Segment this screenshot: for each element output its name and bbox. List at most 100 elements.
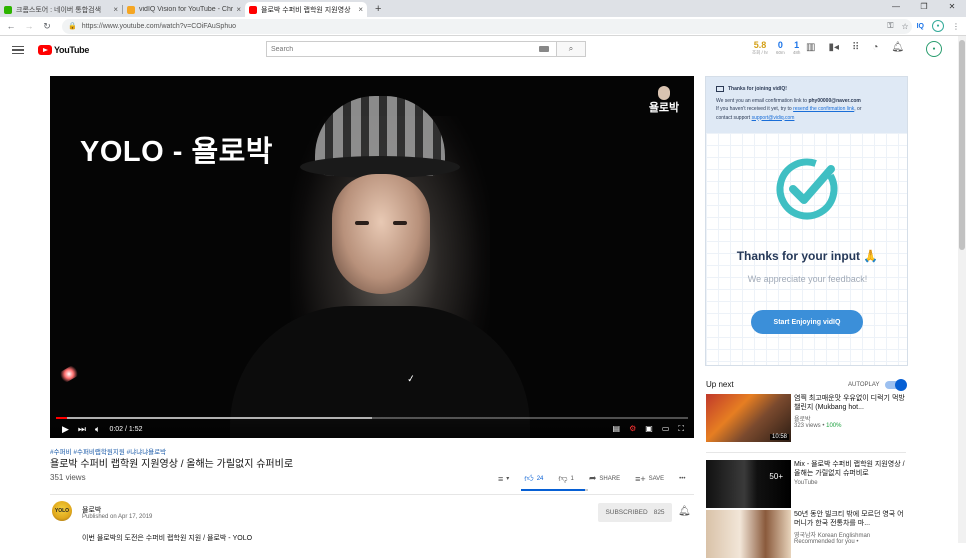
- recommended-video[interactable]: 50년 동안 빌크티 밖에 모르던 영국 어머니가 한국 전통차를 마... 영…: [706, 510, 906, 560]
- browser-tab-youtube[interactable]: 욜로박 수퍼비 랩학원 지원영상 ×: [245, 2, 367, 17]
- close-window-icon[interactable]: ✕: [938, 0, 966, 14]
- notice-line: We sent you an email confirmation link t…: [716, 97, 897, 106]
- notification-bell-icon[interactable]: 🔔︎: [678, 506, 691, 517]
- thanks-heading: Thanks for your input 🙏: [736, 249, 879, 263]
- stat-value: 0: [777, 40, 783, 50]
- browser-menu-icon[interactable]: ⋮: [952, 22, 960, 31]
- url-text: https://www.youtube.com/watch?v=COiFAuSp…: [81, 22, 236, 30]
- like-ratio-bar: [521, 489, 588, 491]
- search-button[interactable]: ⌕: [556, 41, 586, 57]
- search-input[interactable]: [266, 41, 556, 57]
- vidiq-tag-button[interactable]: ≡ ▾: [498, 474, 509, 484]
- recommended-title[interactable]: 염찍 최고매운맛 우유없이 디럭기 먹방 챌린지 (Mukbang hot...: [794, 394, 906, 412]
- notice-title: Thanks for joining vidIQ!: [728, 86, 787, 92]
- video-player[interactable]: ✓ YOLO - 욜로박 욜로박 ▶ ⏭ 🔈︎ 0:02 / 1:52 ▤ ⚙ …: [50, 76, 694, 438]
- recommended-mix[interactable]: 50+ Mix - 욜로박 수퍼비 랩학원 지원영상 / 올해는 가릴없지 슈퍼…: [706, 460, 906, 510]
- video-thumbnail[interactable]: 10:58: [706, 394, 791, 442]
- more-actions-icon[interactable]: •••: [679, 476, 685, 482]
- tab-close-icon[interactable]: ×: [358, 5, 363, 14]
- theater-mode-icon[interactable]: ▭: [662, 424, 670, 434]
- keyboard-icon[interactable]: [539, 46, 549, 52]
- recommended-channel[interactable]: 욜로박: [794, 414, 811, 423]
- captions-icon[interactable]: ▤: [613, 424, 621, 434]
- vidiq-stat[interactable]: 1 48h: [793, 40, 801, 56]
- fullscreen-icon[interactable]: ⛶: [678, 424, 684, 434]
- recommended-channel[interactable]: YouTube: [794, 480, 818, 486]
- miniplayer-icon[interactable]: ▣: [645, 424, 653, 434]
- back-arrow-icon[interactable]: ←: [4, 21, 18, 31]
- played-bar: [56, 417, 68, 419]
- volume-icon[interactable]: 🔈︎: [95, 424, 100, 435]
- account-avatar[interactable]: ●: [926, 41, 942, 57]
- dislike-button[interactable]: 👎︎ 1: [558, 473, 573, 484]
- apps-grid-icon[interactable]: ⠿: [852, 42, 859, 53]
- notifications-bell-icon[interactable]: 🔔︎: [891, 42, 904, 53]
- settings-gear-icon[interactable]: ⚙: [629, 424, 636, 434]
- browser-tab-naver[interactable]: 크롬스토어 : 네이버 통합검색 ×: [0, 2, 122, 17]
- url-bar[interactable]: 🔒 https://www.youtube.com/watch?v=COiFAu…: [62, 18, 912, 34]
- naver-favicon-icon: [4, 5, 12, 14]
- tab-title: 크롬스토어 : 네이버 통합검색: [16, 6, 102, 14]
- meta-text: 323 views •: [794, 423, 827, 429]
- reload-icon[interactable]: ↻: [40, 21, 54, 32]
- support-email-link[interactable]: support@vidiq.com: [752, 115, 795, 121]
- channel-avatar[interactable]: YOLO: [52, 501, 72, 521]
- browser-tab-vidiq[interactable]: vidIQ Vision for YouTube - Chr ×: [123, 2, 245, 17]
- like-count: 24: [536, 475, 544, 482]
- resend-confirmation-link[interactable]: resend the confirmation link: [793, 106, 854, 112]
- like-button[interactable]: 👍︎ 24: [524, 473, 543, 484]
- next-video-icon[interactable]: ⏭: [78, 424, 86, 435]
- recommended-meta: Recommended for you •: [794, 539, 859, 545]
- view-count: 351 views: [50, 473, 86, 482]
- vidiq-stat[interactable]: 0 60m: [776, 40, 785, 56]
- browser-tab-strip: 크롬스토어 : 네이버 통합검색 × vidIQ Vision for YouT…: [0, 0, 966, 17]
- stat-label: 60m: [776, 50, 785, 55]
- start-enjoying-button[interactable]: Start Enjoying vidIQ: [751, 310, 863, 334]
- chrome-store-favicon-icon: [127, 5, 135, 14]
- youtube-favicon-icon: [249, 5, 257, 14]
- notice-text: If you haven't received it yet, try to: [716, 106, 792, 112]
- profile-avatar-icon[interactable]: ●: [932, 20, 944, 32]
- messages-icon[interactable]: ◔: [872, 42, 878, 53]
- address-bar-row: ← → ↻ 🔒 https://www.youtube.com/watch?v=…: [0, 17, 966, 36]
- key-icon[interactable]: ⚿: [887, 21, 893, 31]
- divider: [50, 494, 694, 495]
- success-check-icon: [776, 158, 838, 220]
- vidiq-stats: 5.8 조회 / hr 0 60m 1 48h: [752, 40, 800, 56]
- nike-swoosh-icon: ✓: [406, 373, 417, 386]
- vidiq-notice: Thanks for joining vidIQ! We sent you an…: [706, 77, 907, 133]
- vidiq-extension-icon[interactable]: IQ: [917, 23, 924, 30]
- youtube-logo[interactable]: YouTube: [38, 45, 89, 55]
- analytics-icon[interactable]: ▥: [806, 42, 815, 53]
- create-video-icon[interactable]: ▮◂: [828, 42, 839, 53]
- channel-watermark[interactable]: 욜로박: [648, 84, 680, 124]
- save-button[interactable]: ≡+ SAVE: [635, 474, 664, 484]
- vidiq-stat[interactable]: 5.8 조회 / hr: [752, 40, 768, 56]
- minimize-icon[interactable]: —: [882, 0, 910, 14]
- scrollbar-thumb[interactable]: [959, 40, 965, 250]
- share-button[interactable]: ➦ SHARE: [589, 473, 620, 484]
- subscribed-button[interactable]: SUBSCRIBED 825: [598, 503, 672, 522]
- new-tab-button[interactable]: +: [375, 3, 381, 15]
- envelope-icon: [716, 86, 724, 93]
- bookmark-star-icon[interactable]: ☆: [901, 22, 908, 31]
- video-frame-eye: [355, 221, 369, 225]
- recommended-channel[interactable]: 영국남자 Korean Englishman: [794, 530, 870, 539]
- page-scrollbar[interactable]: [958, 36, 966, 543]
- tab-close-icon[interactable]: ×: [236, 5, 241, 14]
- stat-value: 1: [794, 40, 800, 50]
- progress-bar[interactable]: [56, 417, 688, 419]
- video-title: 욜로박 수퍼비 랩학원 지원영상 / 올해는 가릴없지 슈퍼비로: [50, 459, 294, 470]
- play-icon[interactable]: ▶: [62, 424, 69, 435]
- video-thumbnail[interactable]: [706, 510, 791, 558]
- tab-close-icon[interactable]: ×: [113, 5, 118, 14]
- recommended-video[interactable]: 10:58 염찍 최고매운맛 우유없이 디럭기 먹방 챌린지 (Mukbang …: [706, 394, 906, 444]
- restore-icon[interactable]: ❐: [910, 0, 938, 14]
- player-controls-left: ▶ ⏭ 🔈︎ 0:02 / 1:52: [62, 424, 143, 435]
- recommended-title[interactable]: Mix - 욜로박 수퍼비 랩학원 지원영상 / 올해는 가릴없지 슈퍼비로: [794, 460, 906, 478]
- forward-arrow-icon[interactable]: →: [22, 21, 36, 31]
- mix-thumbnail[interactable]: 50+: [706, 460, 791, 508]
- recommended-title[interactable]: 50년 동안 빌크티 밖에 모르던 영국 어머니가 한국 전통차를 마...: [794, 510, 906, 528]
- autoplay-toggle[interactable]: [885, 379, 908, 391]
- menu-hamburger-icon[interactable]: [12, 45, 24, 55]
